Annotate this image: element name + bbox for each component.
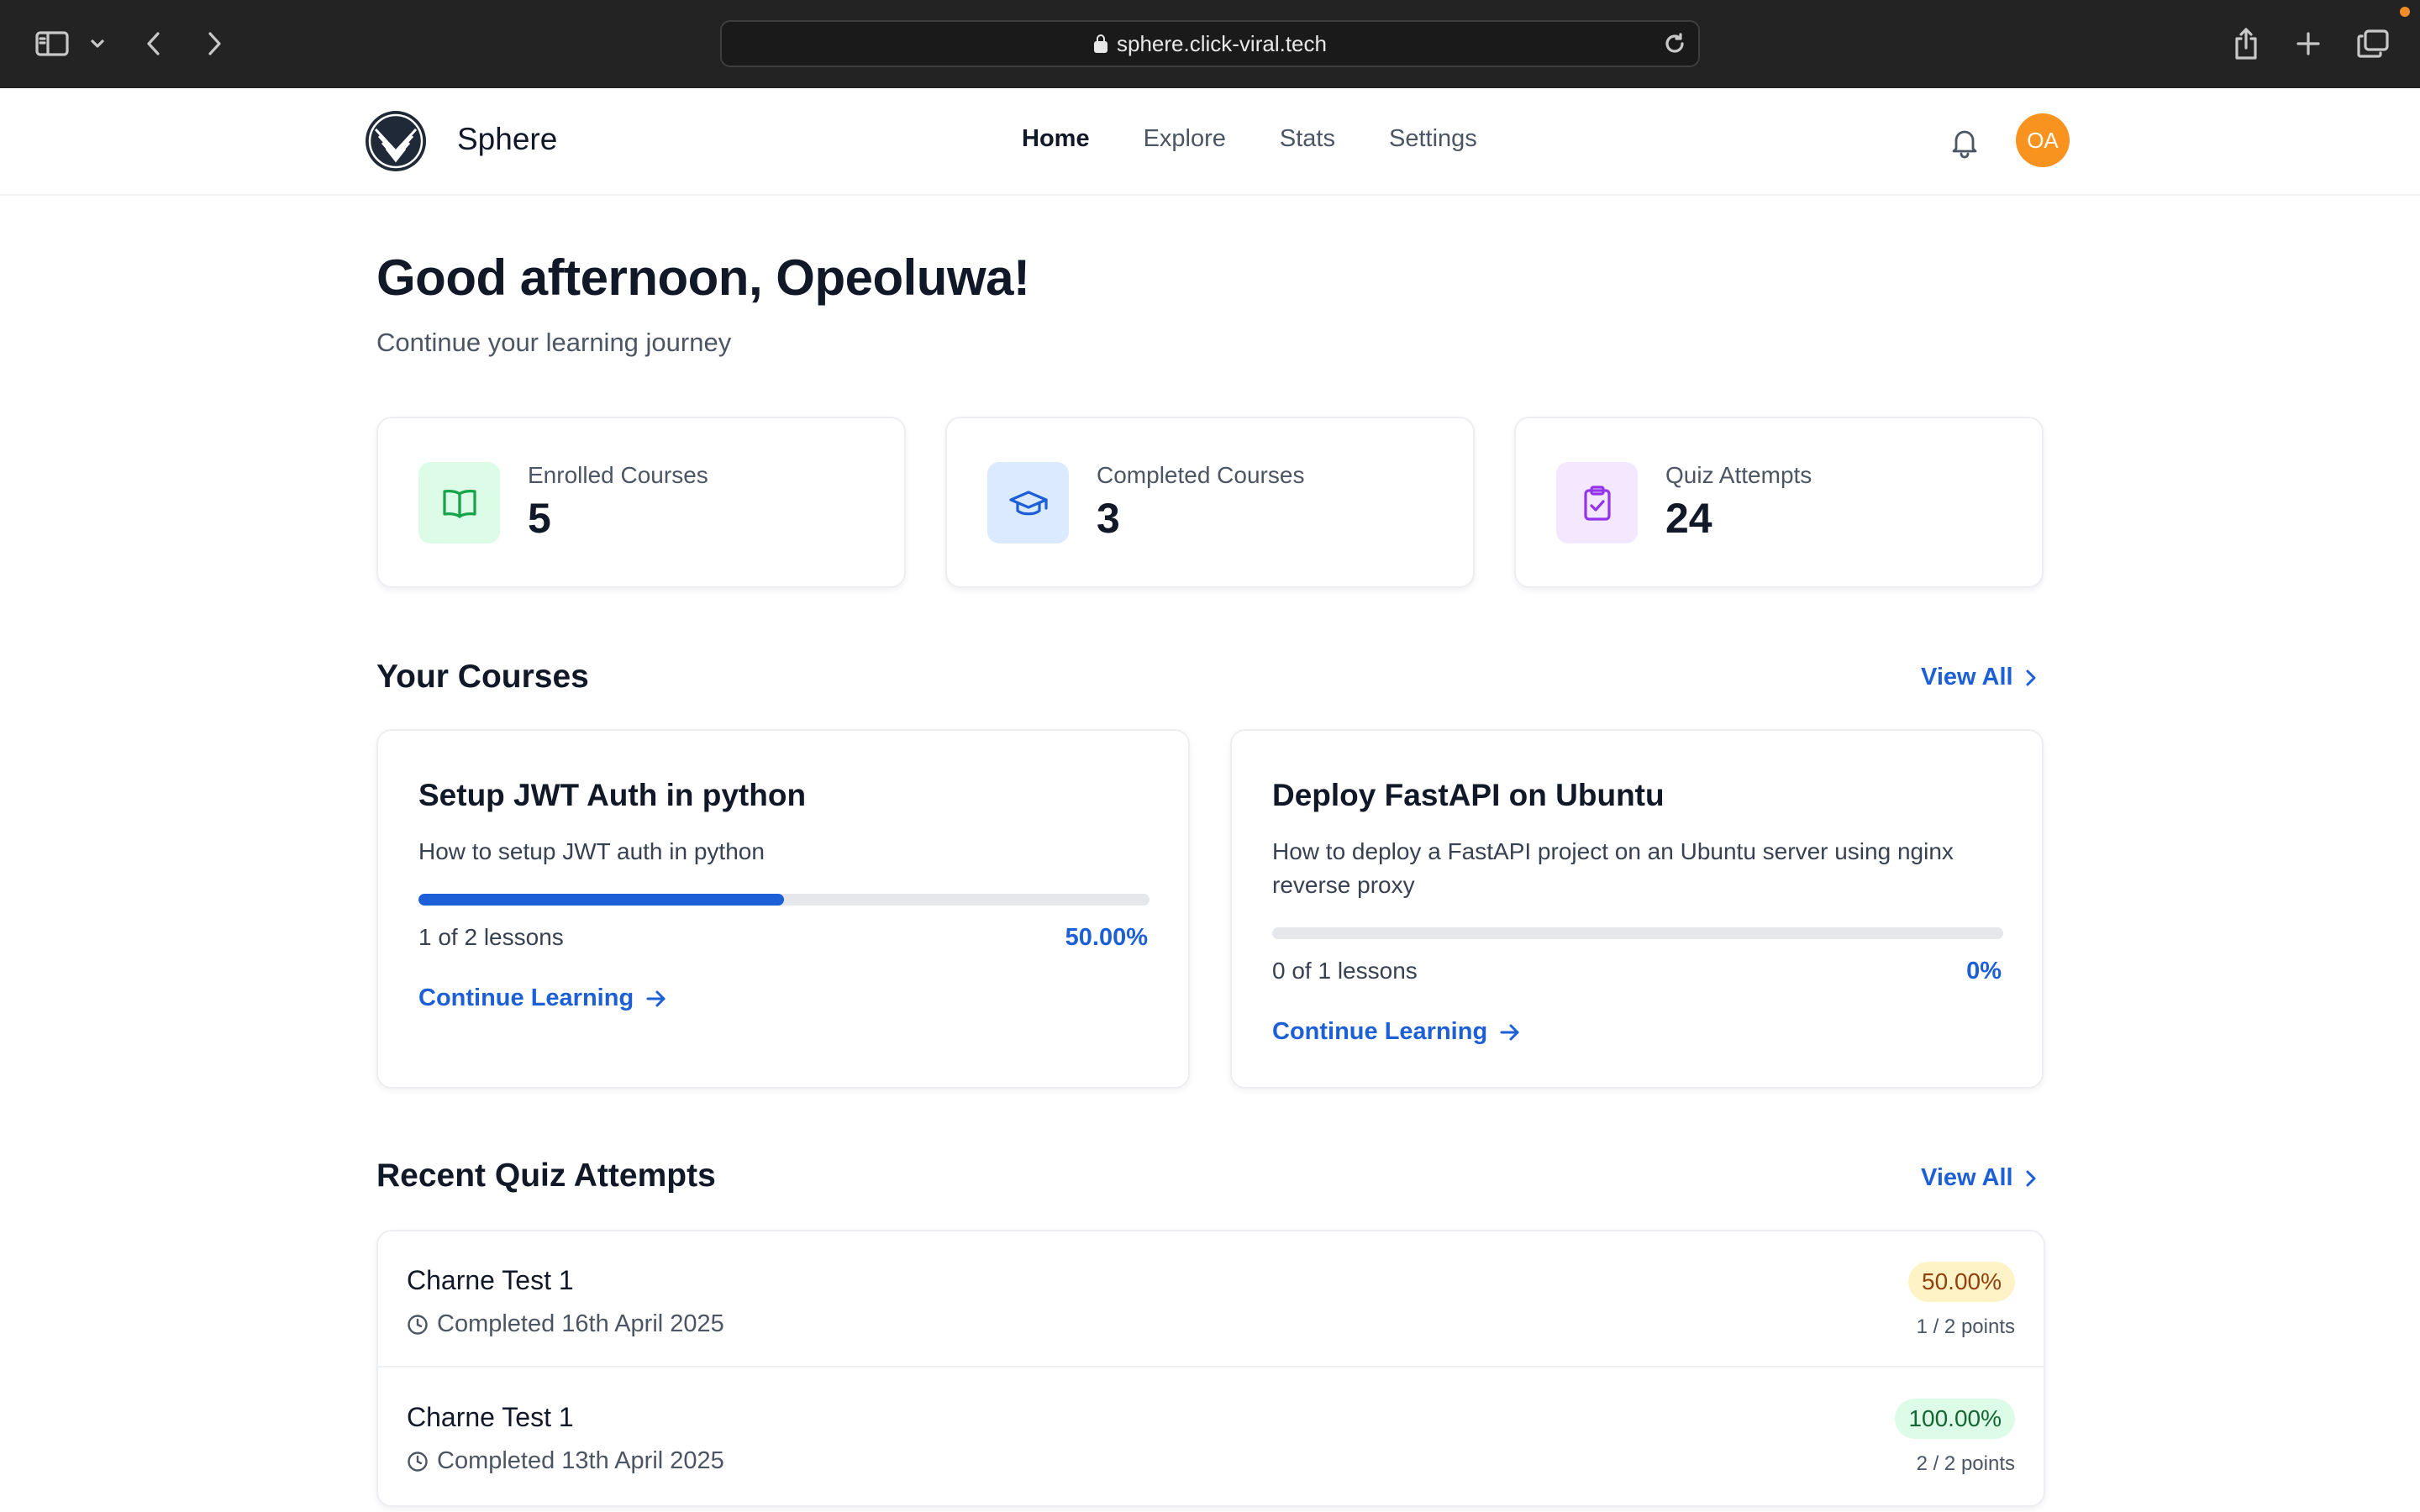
stat-label: Quiz Attempts [1665,462,1812,488]
course-progress-fill [418,894,784,906]
book-open-icon [418,462,500,543]
quiz-attempts-list: Charne Test 1 Completed 16th April 2025 … [376,1230,2045,1507]
new-tab-icon[interactable] [2294,20,2323,67]
app-header: Sphere Home Explore Stats Settings OA [0,88,2420,196]
quiz-date-text: Completed 13th April 2025 [437,1447,724,1474]
course-percent: 50.00% [1065,924,1148,951]
course-description: How to deploy a FastAPI project on an Ub… [1272,838,1954,898]
stat-value: 3 [1097,495,1120,542]
quiz-section-title: Recent Quiz Attempts [376,1158,716,1194]
stat-card-enrolled: Enrolled Courses 5 [376,417,906,588]
quiz-date-text: Completed 16th April 2025 [437,1310,724,1337]
stat-label: Completed Courses [1097,462,1305,488]
browser-toolbar: sphere.click-viral.tech [0,0,2420,88]
view-all-label: View All [1921,1164,2013,1191]
stat-card-quiz-attempts: Quiz Attempts 24 [1514,417,2044,588]
quiz-attempt-row[interactable]: Charne Test 1 Completed 13th April 2025 … [378,1368,2044,1504]
graduation-cap-icon [987,462,1069,543]
arrow-right-icon [646,990,666,1006]
course-progress-bar [1272,927,2003,939]
course-percent: 0% [1966,958,2002,984]
bell-icon[interactable] [1948,125,1981,163]
continue-learning-label: Continue Learning [418,984,634,1011]
back-icon[interactable] [141,20,166,67]
address-bar[interactable]: sphere.click-viral.tech [720,20,1700,67]
chevron-right-icon [2026,1170,2036,1186]
clock-icon [408,1451,428,1472]
brand-name[interactable]: Sphere [457,122,557,157]
quiz-points: 1 / 2 points [1916,1315,2015,1338]
share-icon[interactable] [2232,20,2260,67]
stat-value: 24 [1665,495,1712,542]
clock-icon [408,1314,428,1335]
chevron-right-icon [2026,669,2036,685]
continue-learning-label: Continue Learning [1272,1018,1488,1045]
nav-settings[interactable]: Settings [1389,125,1477,153]
avatar[interactable]: OA [2016,113,2070,167]
stat-value: 5 [528,495,551,542]
nav-home[interactable]: Home [1022,125,1090,153]
arrow-right-icon [1500,1024,1519,1040]
course-progress-bar [418,894,1150,906]
page-subtitle: Continue your learning journey [376,328,732,357]
lock-icon [1093,34,1108,54]
score-badge: 100.00% [1895,1399,2015,1439]
score-badge: 50.00% [1908,1262,2015,1302]
page-title: Good afternoon, Opeoluwa! [376,249,1030,306]
quiz-date: Completed 16th April 2025 [407,1310,724,1338]
tabs-overview-icon[interactable] [2356,20,2390,67]
course-title: Deploy FastAPI on Ubuntu [1272,778,1665,812]
clipboard-check-icon [1556,462,1638,543]
stat-label: Enrolled Courses [528,462,708,488]
quiz-date: Completed 13th April 2025 [407,1447,724,1475]
notification-dot [2400,7,2410,17]
courses-section-title: Your Courses [376,659,589,695]
quiz-view-all-link[interactable]: View All [1921,1164,2037,1192]
quiz-attempt-row[interactable]: Charne Test 1 Completed 16th April 2025 … [378,1231,2044,1368]
quiz-title: Charne Test 1 [407,1402,574,1432]
continue-learning-link[interactable]: Continue Learning [418,984,667,1012]
quiz-title: Charne Test 1 [407,1265,574,1295]
course-description: How to setup JWT auth in python [418,838,765,864]
view-all-label: View All [1921,664,2013,690]
main-nav: Home Explore Stats Settings [1022,125,1477,153]
nav-explore[interactable]: Explore [1144,125,1226,153]
quiz-points: 2 / 2 points [1916,1452,2015,1475]
continue-learning-link[interactable]: Continue Learning [1272,1018,1521,1046]
course-card[interactable]: Deploy FastAPI on Ubuntu How to deploy a… [1230,729,2044,1089]
reload-icon[interactable] [1663,32,1686,60]
stat-card-completed: Completed Courses 3 [945,417,1475,588]
forward-icon[interactable] [202,20,227,67]
sidebar-toggle-icon[interactable] [34,20,71,67]
chevron-down-icon[interactable] [87,20,108,67]
lessons-count: 1 of 2 lessons [418,924,564,950]
url-text: sphere.click-viral.tech [1117,30,1327,56]
course-card[interactable]: Setup JWT Auth in python How to setup JW… [376,729,1190,1089]
nav-stats[interactable]: Stats [1280,125,1335,153]
course-title: Setup JWT Auth in python [418,778,807,812]
lessons-count: 0 of 1 lessons [1272,958,1418,984]
sphere-logo-icon[interactable] [364,109,428,173]
courses-view-all-link[interactable]: View All [1921,664,2037,691]
